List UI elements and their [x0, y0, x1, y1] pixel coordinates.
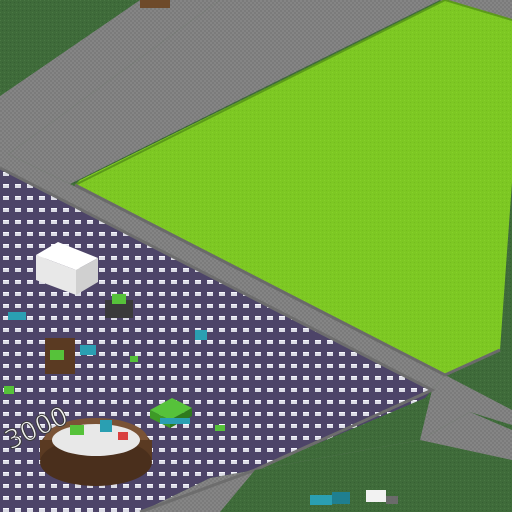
game-viewport[interactable]: 3000: [0, 0, 512, 512]
small-debris-icon: [140, 0, 170, 8]
